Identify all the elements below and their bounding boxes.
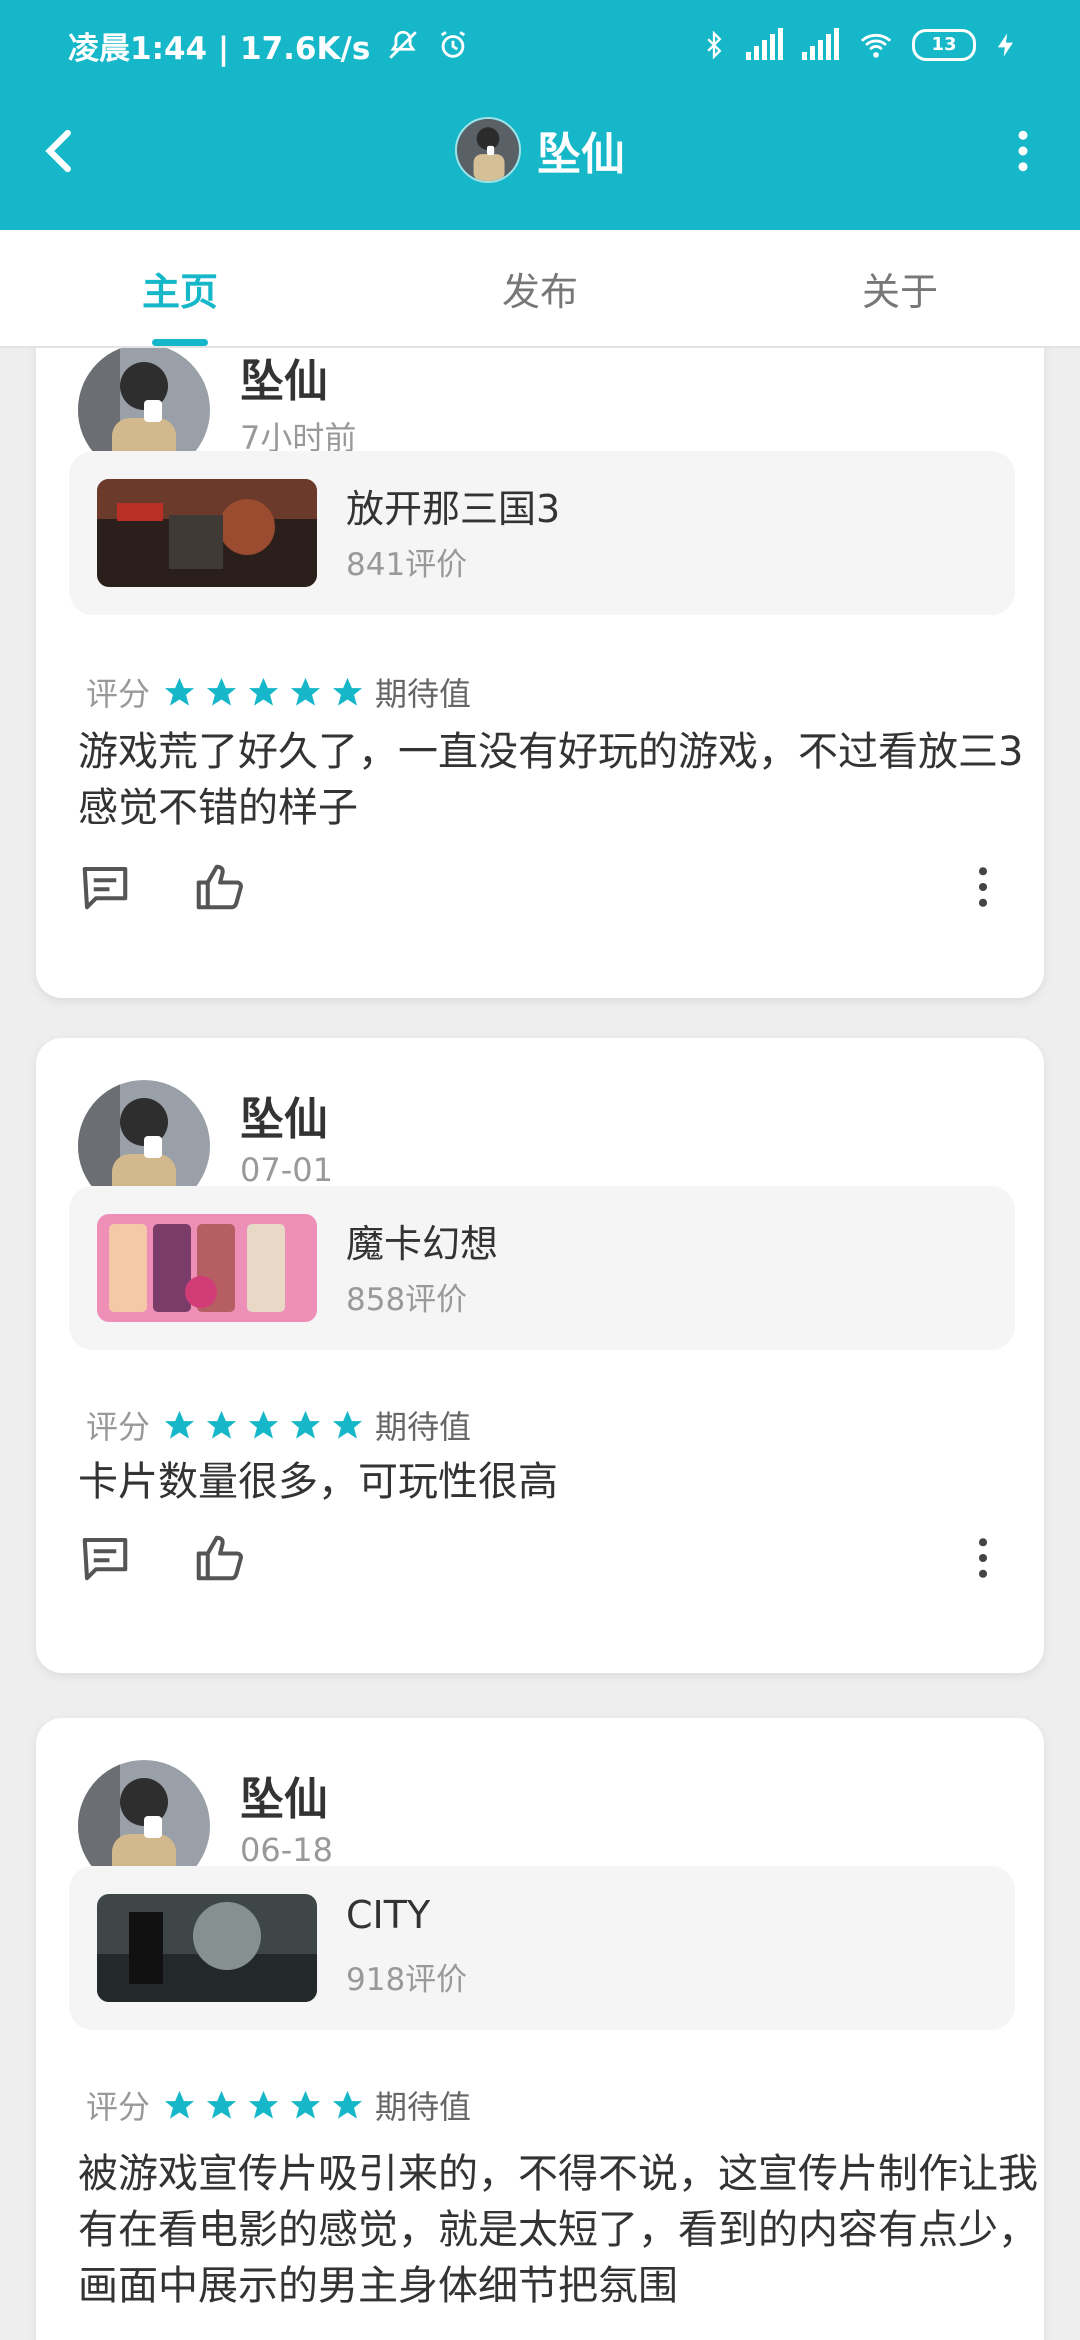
more-vertical-icon[interactable] bbox=[996, 124, 1050, 178]
game-card[interactable]: 魔卡幻想 858评价 bbox=[69, 1186, 1015, 1350]
wifi-icon bbox=[856, 28, 896, 62]
more-vertical-icon[interactable] bbox=[956, 1531, 1010, 1585]
review-text: 游戏荒了好久了，一直没有好玩的游戏，不过看放三3感觉不错的样子 bbox=[78, 729, 1024, 831]
thumbs-up-icon[interactable] bbox=[192, 1531, 246, 1585]
star-icon bbox=[248, 2090, 279, 2119]
review-text: 被游戏宣传片吸引来的，不得不说，这宣传片制作让我有在看电影的感觉，就是太短了，看… bbox=[78, 2151, 1038, 2309]
rating-label: 评分 bbox=[86, 675, 151, 713]
game-review-count: 841评价 bbox=[346, 547, 468, 583]
game-review-count: 918评价 bbox=[346, 1962, 468, 1998]
star-icon bbox=[164, 2090, 195, 2119]
rating-row: 评分 期待值 bbox=[86, 672, 472, 713]
rating-value: 期待值 bbox=[375, 2088, 472, 2126]
tab-indicator bbox=[152, 339, 208, 346]
navigation-bar: 坠仙 bbox=[0, 100, 1080, 200]
tab-publish[interactable]: 发布 bbox=[360, 230, 720, 346]
star-rating bbox=[162, 675, 365, 710]
review-author[interactable]: 坠仙 bbox=[240, 1083, 328, 1147]
avatar bbox=[455, 117, 521, 183]
review-text: 卡片数量很多，可玩性很高 bbox=[78, 1459, 558, 1505]
game-thumbnail bbox=[97, 1214, 317, 1322]
star-icon bbox=[164, 1410, 195, 1439]
charging-icon bbox=[992, 28, 1020, 62]
star-icon bbox=[290, 1410, 321, 1439]
star-icon bbox=[164, 677, 195, 706]
tab-label: 主页 bbox=[141, 269, 218, 314]
review-author[interactable]: 坠仙 bbox=[240, 1763, 328, 1827]
rating-row: 评分 期待值 bbox=[86, 2085, 472, 2126]
star-icon bbox=[206, 677, 237, 706]
tab-home[interactable]: 主页 bbox=[0, 230, 360, 346]
tab-label: 发布 bbox=[501, 269, 578, 314]
mute-icon bbox=[386, 28, 420, 62]
star-rating bbox=[162, 2088, 365, 2123]
status-bar: 凌晨1:44 | 17.6K/s 13 bbox=[0, 0, 1080, 90]
rating-label: 评分 bbox=[86, 1408, 151, 1446]
star-rating bbox=[162, 1408, 365, 1443]
review-card: 坠仙 06-18 CITY 918评价 评分 期待值 被游戏宣传片吸引来的，不得… bbox=[36, 1718, 1044, 2340]
bluetooth-icon bbox=[700, 28, 728, 62]
review-feed[interactable]: 坠仙 7小时前 放开那三国3 841评价 评分 期待值 游戏荒了好久了，一直没有… bbox=[0, 348, 1080, 2340]
tab-about[interactable]: 关于 bbox=[720, 230, 1080, 346]
star-icon bbox=[332, 677, 363, 706]
game-title: 魔卡幻想 bbox=[346, 1222, 499, 1266]
more-vertical-icon[interactable] bbox=[956, 860, 1010, 914]
game-review-count: 858评价 bbox=[346, 1282, 468, 1318]
rating-value: 期待值 bbox=[375, 675, 472, 713]
game-card[interactable]: CITY 918评价 bbox=[69, 1866, 1015, 2030]
review-time: 07-01 bbox=[240, 1151, 333, 1189]
comment-icon[interactable] bbox=[78, 860, 132, 914]
star-icon bbox=[248, 677, 279, 706]
review-time: 06-18 bbox=[240, 1831, 333, 1869]
thumbs-up-icon[interactable] bbox=[192, 860, 246, 914]
game-title: CITY bbox=[346, 1893, 431, 1937]
status-time-speed: 凌晨1:44 | 17.6K/s bbox=[68, 30, 371, 67]
top-app-bar: 凌晨1:44 | 17.6K/s 13 坠仙 bbox=[0, 0, 1080, 230]
star-icon bbox=[290, 2090, 321, 2119]
star-icon bbox=[332, 2090, 363, 2119]
alarm-icon bbox=[436, 28, 470, 62]
page-title: 坠仙 bbox=[537, 129, 625, 180]
rating-row: 评分 期待值 bbox=[86, 1405, 472, 1446]
rating-value: 期待值 bbox=[375, 1408, 472, 1446]
star-icon bbox=[290, 677, 321, 706]
game-title: 放开那三国3 bbox=[346, 487, 561, 531]
star-icon bbox=[248, 1410, 279, 1439]
signal-icon bbox=[800, 28, 840, 62]
hd-signal-icon bbox=[744, 28, 784, 62]
star-icon bbox=[206, 2090, 237, 2119]
tab-bar: 主页 发布 关于 bbox=[0, 230, 1080, 348]
review-card: 坠仙 07-01 魔卡幻想 858评价 评分 期待值 卡片数量很多，可玩性很高 bbox=[36, 1038, 1044, 1673]
star-icon bbox=[332, 1410, 363, 1439]
star-icon bbox=[206, 1410, 237, 1439]
review-card: 坠仙 7小时前 放开那三国3 841评价 评分 期待值 游戏荒了好久了，一直没有… bbox=[36, 348, 1044, 998]
review-author[interactable]: 坠仙 bbox=[240, 348, 328, 409]
game-thumbnail bbox=[97, 479, 317, 587]
back-arrow-icon[interactable] bbox=[34, 124, 88, 178]
tab-label: 关于 bbox=[861, 269, 938, 314]
comment-icon[interactable] bbox=[78, 1531, 132, 1585]
battery-icon: 13 bbox=[912, 29, 976, 61]
game-thumbnail bbox=[97, 1894, 317, 2002]
rating-label: 评分 bbox=[86, 2088, 151, 2126]
game-card[interactable]: 放开那三国3 841评价 bbox=[69, 451, 1015, 615]
